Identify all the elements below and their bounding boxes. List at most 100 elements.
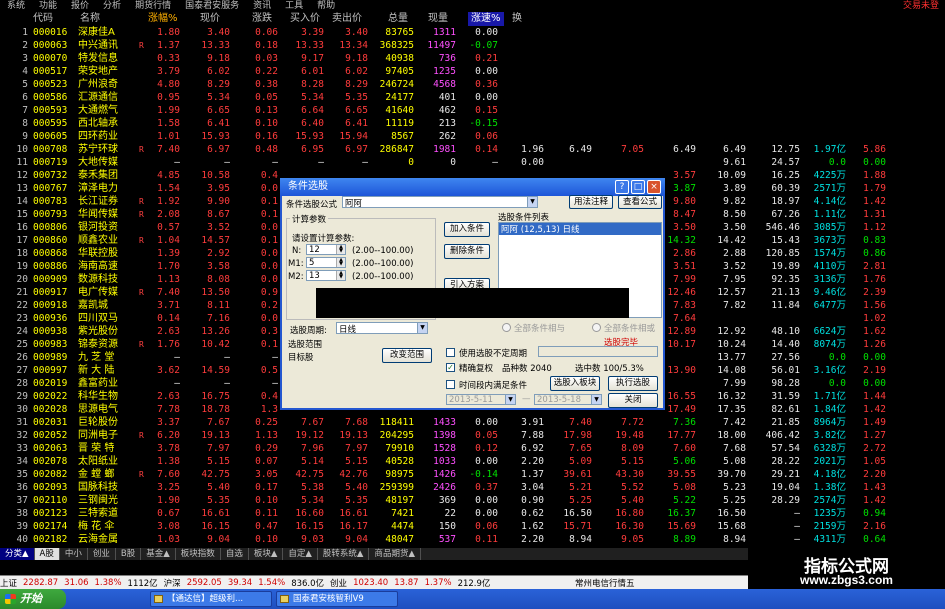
table-row[interactable]: 11 000719 大地传媒 — — — — — 0 0 — 0.00 9.61 24.57 0.0 0.00 [0,156,945,169]
view-formula-button[interactable]: 查看公式 [618,195,662,209]
bottom-tab[interactable]: A股 [34,548,60,560]
date-to-picker[interactable]: 2013-5-18 ▼ [534,394,602,405]
cell-change-pct: — [174,157,180,168]
news-ticker[interactable]: 常州电信行情五 [575,577,635,589]
spin-arrows-icon[interactable]: ▲ ▼ [336,245,345,254]
menu-item[interactable]: 国泰君安服务 [178,0,246,12]
close-dialog-button[interactable]: 关闭 [608,393,658,408]
header-change-pct[interactable]: 涨幅% [148,12,178,26]
delete-condition-button[interactable]: 删除条件 [444,244,490,259]
bottom-tab[interactable]: 自选 [221,548,249,560]
table-row[interactable]: 2 000063 中兴通讯 R 1.37 13.33 0.18 13.33 13.34 36832… [0,39,945,52]
usage-notes-button[interactable]: 用法注释 [569,195,613,209]
bottom-tab[interactable]: 板块▲ [249,548,284,560]
table-row[interactable]: 10 000708 苏宁环球 R 7.40 6.97 0.48 6.95 6.97 286847 1… [0,143,945,156]
cell-open: 8.94 [569,534,592,545]
cell-prev-close: 3.50 [723,222,746,233]
margin-flag [139,182,149,195]
formula-select[interactable]: 阿阿 ▼ [342,196,538,208]
table-row[interactable]: 3 000070 特发信息 0.33 9.18 0.03 9.17 9.18 40938 736 0… [0,52,945,65]
cell-pe: 12.75 [771,144,800,155]
taskbar-button-gtja[interactable]: 国泰君安核智利V9 [276,591,398,607]
cell-price: 6.02 [207,66,230,77]
header-volume[interactable]: 总量 [388,12,408,26]
bottom-tab[interactable]: 创业 [88,548,116,560]
start-button[interactable]: 开始 [0,589,66,609]
cell-volume: 4474 [391,521,414,532]
table-row[interactable]: 37 002110 三钢闽光 1.90 5.35 0.10 5.34 5.35 48197 369… [0,494,945,507]
custom-period-checkbox[interactable] [446,348,455,357]
dialog-title-bar[interactable]: 条件选股 ? □ × [280,178,665,196]
table-row[interactable]: 6 000586 汇源通信 0.95 5.34 0.05 5.34 5.35 24177 401 0… [0,91,945,104]
spin-arrows-icon[interactable]: ▲ ▼ [336,258,345,267]
bottom-tab[interactable]: 商品期货▲ [369,548,422,560]
param-m1-input[interactable]: 5 ▲ ▼ [306,257,346,268]
menu-item[interactable]: 系统 [0,0,32,12]
header-name[interactable]: 名称 [80,12,100,26]
cell-amount: 1235万 [813,508,846,519]
header-ask[interactable]: 卖出价 [332,12,362,26]
table-row[interactable]: 9 000605 四环药业 1.01 15.93 0.16 15.93 15.94 8567 26… [0,130,945,143]
bottom-tab[interactable]: 板块指数 [176,548,221,560]
margin-flag [139,117,149,130]
table-row[interactable]: 33 002063 晋 荣 特 3.78 7.97 0.29 7.96 7.97 79910 15… [0,442,945,455]
bottom-tab[interactable]: 自定▲ [283,548,318,560]
add-condition-button[interactable]: 加入条件 [444,222,490,237]
close-icon[interactable]: × [647,180,661,194]
table-row[interactable]: 4 000517 荣安地产 3.79 6.02 0.22 6.01 6.02 97405 1235… [0,65,945,78]
condition-list-item[interactable]: 阿阿 (12,5,13) 日线 [499,223,661,235]
header-speed[interactable]: 涨速% [468,12,504,26]
radio-and[interactable] [502,323,511,332]
param-m2-input[interactable]: 13 ▲ ▼ [306,270,346,281]
table-row[interactable]: 36 002093 国脉科技 3.25 5.40 0.17 5.38 5.40 259399 24… [0,481,945,494]
table-row[interactable]: 7 000593 大通燃气 1.99 6.65 0.13 6.64 6.65 41640 462 0… [0,104,945,117]
maximize-icon[interactable]: □ [631,180,645,194]
table-row[interactable]: 35 002082 金 螳 螂 R 7.60 42.75 3.05 42.75 42.76 989… [0,468,945,481]
bottom-tab[interactable]: 股转系统▲ [318,548,370,560]
bottom-tab[interactable]: 中小 [60,548,88,560]
taskbar-button-tdx[interactable]: 【通达信】超级利... [150,591,272,607]
table-row[interactable]: 40 002182 云海金属 1.03 9.04 0.10 9.03 9.04 48047 537… [0,533,945,546]
menu-item[interactable]: 分析 [96,0,128,12]
trade-login-status[interactable]: 交易未登 [903,0,939,12]
table-row[interactable]: 31 002031 巨轮股份 3.37 7.67 0.25 7.67 7.68 118411 14… [0,416,945,429]
menu-item[interactable]: 功能 [32,0,64,12]
exact-restore-checkbox[interactable]: ✓ [446,363,455,372]
table-row[interactable]: 5 000523 广州浪奇 4.80 8.29 0.38 8.28 8.29 246724 456… [0,78,945,91]
period-select[interactable]: 日线 ▼ [336,322,428,334]
run-screen-button[interactable]: 执行选股 [608,376,658,391]
bottom-tab[interactable]: 基金▲ [141,548,176,560]
menu-item[interactable]: 报价 [64,0,96,12]
table-row[interactable]: 38 002123 三特索道 0.67 16.61 0.11 16.60 16.61 7421 2… [0,507,945,520]
header-current-volume[interactable]: 现量 [428,12,448,26]
add-to-block-button[interactable]: 选股入板块 [550,376,600,391]
header-turnover[interactable]: 换 [512,12,522,26]
cell-amplitude: 0.00 [863,157,886,168]
custom-period-input[interactable] [538,346,658,357]
date-from-picker[interactable]: 2013-5-11 ▼ [446,394,516,405]
cell-current-volume: 1311 [433,27,456,38]
header-code[interactable]: 代码 [33,12,53,26]
bottom-tab[interactable]: B股 [116,548,142,560]
param-n-input[interactable]: 12 ▲ ▼ [306,244,346,255]
spin-arrows-icon[interactable]: ▲ ▼ [336,271,345,280]
menu-item[interactable]: 帮助 [310,0,342,12]
radio-or[interactable] [592,323,601,332]
time-range-checkbox[interactable] [446,380,455,389]
menu-item[interactable]: 期货行情 [128,0,178,12]
menu-item[interactable]: 资讯 [246,0,278,12]
table-row[interactable]: 34 002078 太阳纸业 1.38 5.15 0.07 5.14 5.15 40528 103… [0,455,945,468]
header-diff[interactable]: 涨跌 [252,12,272,26]
header-bid[interactable]: 买入价 [290,12,320,26]
change-range-button[interactable]: 改变范围 [382,348,432,363]
table-row[interactable]: 39 002174 梅 花 伞 3.08 16.15 0.47 16.15 16.17 4474… [0,520,945,533]
table-row[interactable]: 32 002052 同洲电子 R 6.20 19.13 1.13 19.12 19.13 2042… [0,429,945,442]
table-row[interactable]: 8 000595 西北轴承 1.58 6.41 0.10 6.40 6.41 11119 213 -… [0,117,945,130]
bottom-tab[interactable]: 分类▲ [0,548,35,560]
cell-price: 19.13 [201,430,230,441]
menu-item[interactable]: 工具 [278,0,310,12]
header-price[interactable]: 现价 [200,12,220,26]
menu-bar: 系统 功能 报价 分析 期货行情 国泰君安服务 资讯 工具 帮助 交易未登 [0,0,945,12]
help-icon[interactable]: ? [615,180,629,194]
table-row[interactable]: 1 000016 深康佳A 1.80 3.40 0.06 3.39 3.40 83765 1311… [0,26,945,39]
